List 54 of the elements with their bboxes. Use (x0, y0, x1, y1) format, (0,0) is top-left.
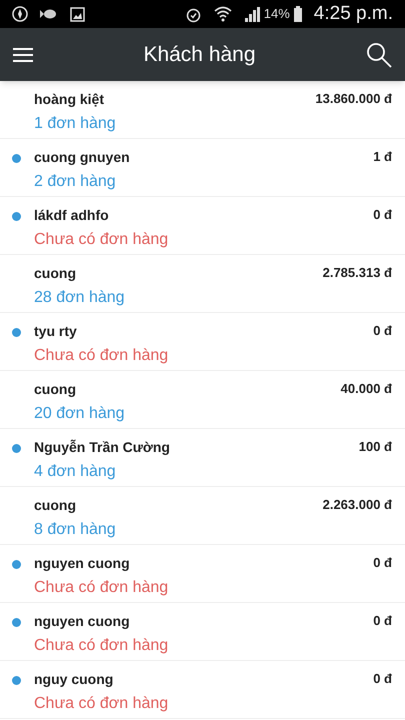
customer-row[interactable]: nguyen cuong 0 đ Chưa có đơn hàng (0, 603, 405, 661)
amount: 0 đ (373, 670, 392, 688)
customer-row[interactable]: cuong 2.785.313 đ 28 đơn hàng (0, 255, 405, 313)
customer-name: cuong gnuyen (34, 148, 130, 167)
customer-name: nguyen cuong (34, 554, 130, 573)
order-count: Chưa có đơn hàng (34, 578, 170, 598)
amount: 40.000 đ (340, 380, 392, 398)
amount: 2.785.313 đ (322, 264, 392, 282)
wifi-icon (214, 6, 232, 22)
amount: 0 đ (373, 322, 392, 340)
customer-row[interactable]: cuong 40.000 đ 20 đơn hàng (0, 371, 405, 429)
order-count: 28 đơn hàng (34, 288, 126, 308)
search-button[interactable] (365, 40, 393, 68)
amount: 0 đ (373, 206, 392, 224)
image-icon (70, 6, 85, 22)
customer-row[interactable]: Nguyễn Trần Cường 100 đ 4 đơn hàng (0, 429, 405, 487)
battery-percent: 14% (264, 5, 290, 24)
order-count: Chưa có đơn hàng (34, 230, 170, 250)
order-count: Chưa có đơn hàng (34, 636, 170, 656)
customer-name: hoàng kiệt (34, 90, 104, 109)
customer-row[interactable]: cuong 2.263.000 đ 8 đơn hàng (0, 487, 405, 545)
customer-row[interactable]: nguy cuong 0 đ Chưa có đơn hàng (0, 661, 405, 719)
customer-name: nguy cuong (34, 670, 114, 689)
customer-name: lákdf adhfo (34, 206, 109, 225)
customer-row[interactable]: hoàng kiệt 13.860.000 đ 1 đơn hàng (0, 81, 405, 139)
compass-icon (12, 6, 28, 22)
customer-name: cuong (34, 264, 76, 283)
customer-name: Nguyễn Trần Cường (34, 438, 170, 457)
order-count: 20 đơn hàng (34, 404, 126, 424)
amount: 0 đ (373, 554, 392, 572)
order-count: 8 đơn hàng (34, 520, 117, 540)
customer-row[interactable]: nguyen cuong 0 đ Chưa có đơn hàng (0, 545, 405, 603)
order-count: 4 đơn hàng (34, 462, 117, 482)
clock-time: 4:25 p.m. (314, 2, 393, 26)
order-count: 2 đơn hàng (34, 172, 117, 192)
order-count: Chưa có đơn hàng (34, 346, 170, 366)
customer-row[interactable]: lákdf adhfo 0 đ Chưa có đơn hàng (0, 197, 405, 255)
customer-row[interactable]: tyu rty 0 đ Chưa có đơn hàng (0, 313, 405, 371)
amount: 0 đ (373, 612, 392, 630)
customer-name: cuong (34, 380, 76, 399)
customer-name: cuong (34, 496, 76, 515)
signal-icon (244, 6, 260, 22)
app-title: Khách hàng (142, 42, 257, 68)
order-count: 1 đơn hàng (34, 114, 117, 134)
order-count: Chưa có đơn hàng (34, 694, 170, 714)
customer-row[interactable]: cuong gnuyen 1 đ 2 đơn hàng (0, 139, 405, 197)
fish-icon (40, 7, 58, 21)
battery-icon (294, 6, 302, 22)
customer-name: tyu rty (34, 322, 77, 341)
amount: 1 đ (373, 148, 392, 166)
amount: 100 đ (358, 438, 392, 456)
customer-name: nguyen cuong (34, 612, 130, 631)
amount: 13.860.000 đ (315, 90, 392, 108)
amount: 2.263.000 đ (322, 496, 392, 514)
